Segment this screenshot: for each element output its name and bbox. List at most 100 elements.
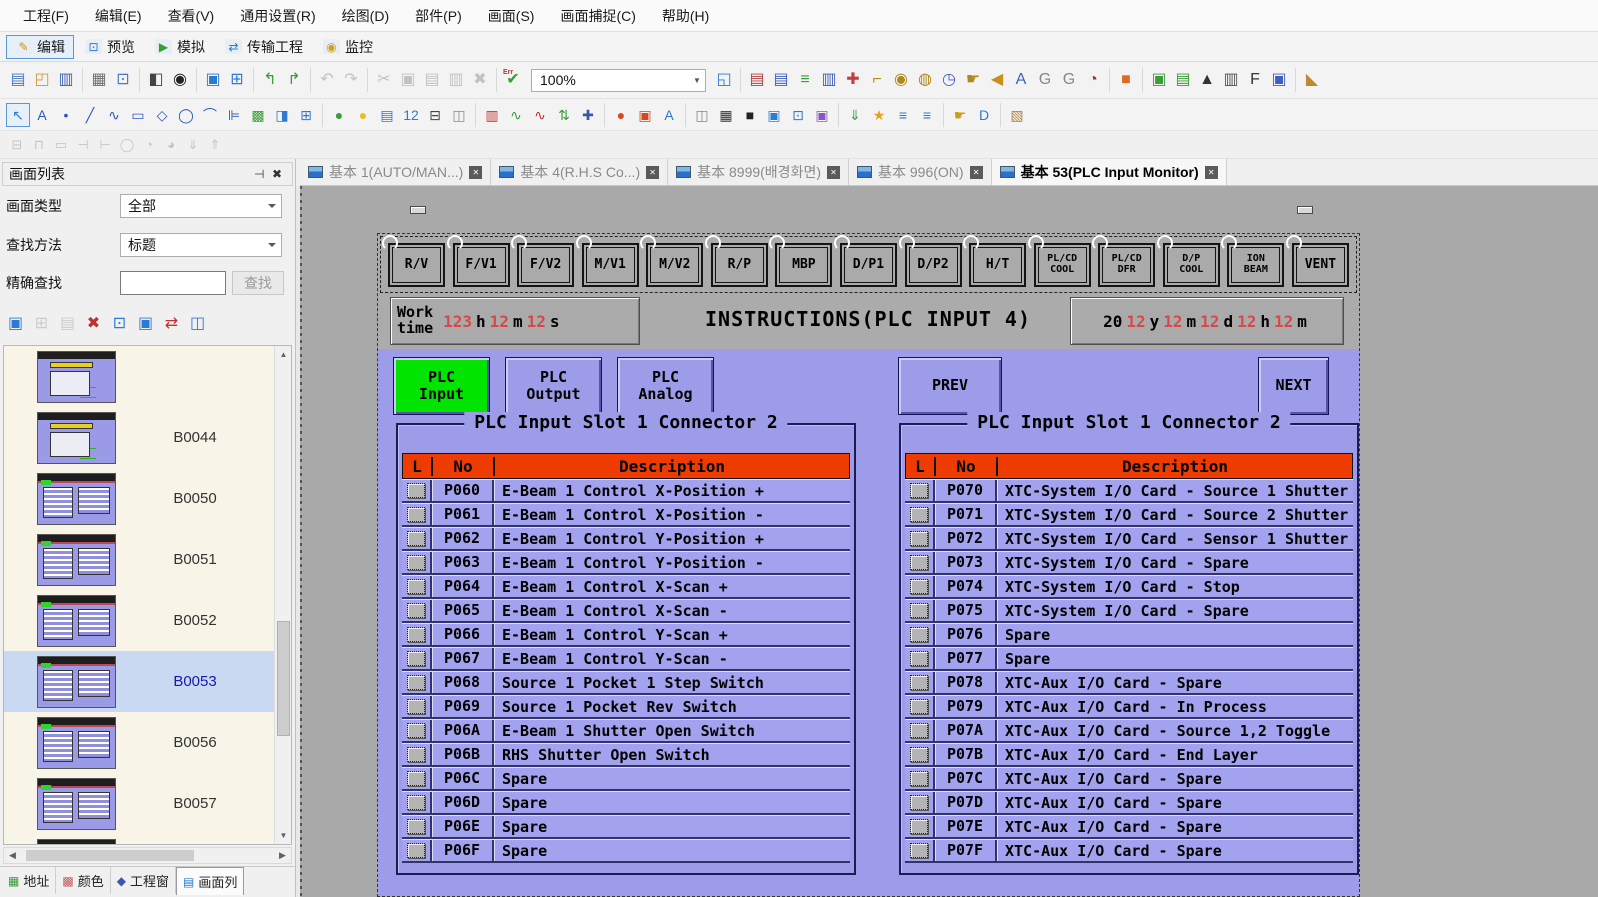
lamp-indicator[interactable] xyxy=(910,723,928,738)
valve-button[interactable]: R/V xyxy=(388,243,445,287)
lamp-indicator[interactable] xyxy=(910,675,928,690)
redo-icon[interactable]: ↷ xyxy=(339,68,363,92)
table-row[interactable]: P06F Spare xyxy=(402,839,850,863)
part-register-icon[interactable]: ✚ xyxy=(841,68,865,92)
lamp-indicator[interactable] xyxy=(407,747,425,762)
monitor-b-icon[interactable]: ⊡ xyxy=(786,103,810,127)
lamp-indicator[interactable] xyxy=(407,483,425,498)
open-folder-icon[interactable]: ◰ xyxy=(30,68,54,92)
menu-item[interactable]: 通用设置(R) xyxy=(227,0,328,32)
lamp-indicator[interactable] xyxy=(407,675,425,690)
table-row[interactable]: P06C Spare xyxy=(402,767,850,791)
menu-item[interactable]: 帮助(H) xyxy=(649,0,722,32)
rect-tool-icon[interactable]: ▭ xyxy=(126,103,150,127)
document-tab[interactable]: 基本 4(R.H.S Co...) ✕ xyxy=(491,159,668,185)
plc-nav-button[interactable]: PREV xyxy=(898,357,1002,415)
polygon-tool-icon[interactable]: ◇ xyxy=(150,103,174,127)
chevron-down-icon[interactable]: ▼ xyxy=(689,70,705,91)
screen-list-item[interactable]: B0052 xyxy=(4,590,274,651)
valve-button[interactable]: M/V2 xyxy=(646,243,703,287)
document-tab[interactable]: 基本 8999(배경화면) ✕ xyxy=(668,159,849,185)
table-row[interactable]: P077 Spare xyxy=(905,647,1353,671)
table-row[interactable]: P067 E-Beam 1 Control Y-Scan - xyxy=(402,647,850,671)
screen-list-item[interactable] xyxy=(4,346,274,407)
date-time-box[interactable]: 2012y12m12d12h12m xyxy=(1070,297,1344,345)
network-screen-icon[interactable]: ◫ xyxy=(186,313,209,336)
screen-list-item[interactable]: B0050 xyxy=(4,468,274,529)
table-row[interactable]: P071 XTC-System I/O Card - Source 2 Shut… xyxy=(905,503,1353,527)
package-icon[interactable]: ▧ xyxy=(1005,103,1029,127)
line-tool-icon[interactable]: ╱ xyxy=(78,103,102,127)
lamp-indicator[interactable] xyxy=(910,771,928,786)
camera-icon[interactable]: ◉ xyxy=(168,68,192,92)
table-row[interactable]: P063 E-Beam 1 Control Y-Position - xyxy=(402,551,850,575)
image-tool-icon[interactable]: ▩ xyxy=(246,103,270,127)
tab-project-window[interactable]: ◆ 工程窗 xyxy=(111,867,176,894)
lamp-indicator[interactable] xyxy=(910,651,928,666)
horn-icon[interactable]: ◣ xyxy=(1300,68,1324,92)
prev-screen-icon[interactable]: ↰ xyxy=(258,68,282,92)
lamp-indicator[interactable] xyxy=(407,771,425,786)
valve-button[interactable]: H/T xyxy=(969,243,1026,287)
screen-call-icon[interactable]: ◨ xyxy=(270,103,294,127)
work-time-box[interactable]: Work time 123h12m12s xyxy=(390,297,640,345)
language-icon[interactable]: A xyxy=(1009,68,1033,92)
polyline-tool-icon[interactable]: ∿ xyxy=(102,103,126,127)
menu-item[interactable]: 部件(P) xyxy=(402,0,475,32)
tab-color[interactable]: ▩ 颜色 xyxy=(56,867,110,894)
import-image-icon[interactable]: ◧ xyxy=(144,68,168,92)
valve-button[interactable]: M/V1 xyxy=(582,243,639,287)
table-row[interactable]: P060 E-Beam 1 Control X-Position + xyxy=(402,479,850,503)
screen-type-select[interactable]: 全部 xyxy=(120,194,282,218)
camcorder-icon[interactable]: ■ xyxy=(738,103,762,127)
table-row[interactable]: P06A E-Beam 1 Shutter Open Switch xyxy=(402,719,850,743)
simulate-mode-button[interactable]: ▶ 模拟 xyxy=(146,35,214,59)
dot-tool-icon[interactable]: • xyxy=(54,103,78,127)
arc-tool-icon[interactable]: ⌒ xyxy=(198,103,222,127)
table-row[interactable]: P07A XTC-Aux I/O Card - Source 1,2 Toggl… xyxy=(905,719,1353,743)
duplicate-screen-icon[interactable]: ⊞ xyxy=(225,68,249,92)
undo-icon[interactable]: ↶ xyxy=(315,68,339,92)
screen-list-item[interactable]: B0058 xyxy=(4,834,274,844)
convert-screen-icon[interactable]: ⇄ xyxy=(160,313,183,336)
delete-icon[interactable]: ✖ xyxy=(468,68,492,92)
valve-button[interactable]: MBP xyxy=(775,243,832,287)
print-icon[interactable]: ▦ xyxy=(87,68,111,92)
screen-list-item[interactable]: B0053 xyxy=(4,651,274,712)
table-row[interactable]: P07C XTC-Aux I/O Card - Spare xyxy=(905,767,1353,791)
monitor-a-icon[interactable]: ▣ xyxy=(762,103,786,127)
table-row[interactable]: P076 Spare xyxy=(905,623,1353,647)
font-window-icon[interactable]: F xyxy=(1243,68,1267,92)
lamp-indicator[interactable] xyxy=(407,603,425,618)
valve-button[interactable]: F/V1 xyxy=(453,243,510,287)
screen-list-item[interactable]: B0057 xyxy=(4,773,274,834)
lamp-indicator[interactable] xyxy=(910,843,928,858)
alarm-part-icon[interactable]: ● xyxy=(609,103,633,127)
touch-set-icon[interactable]: ☛ xyxy=(961,68,985,92)
table-tool-icon[interactable]: ⊞ xyxy=(294,103,318,127)
monitor-mode-button[interactable]: ◉ 监控 xyxy=(314,35,382,59)
copy-icon[interactable]: ▣ xyxy=(396,68,420,92)
scroll-left-icon[interactable]: ◀ xyxy=(4,848,21,863)
stopwatch-icon[interactable]: ◔ xyxy=(1081,68,1105,92)
hmi-screen[interactable]: R/V F/V1 F/V2 M/V1 M/V2 R/P MBP D/P1 D/P… xyxy=(377,233,1360,897)
lamp-indicator[interactable] xyxy=(407,723,425,738)
table-row[interactable]: P062 E-Beam 1 Control Y-Position + xyxy=(402,527,850,551)
zoom-select[interactable]: 100% ▼ xyxy=(531,69,706,92)
list-b-icon[interactable]: ≡ xyxy=(915,103,939,127)
global-find-icon[interactable]: G xyxy=(1033,68,1057,92)
lamp-indicator[interactable] xyxy=(910,483,928,498)
video-window-icon[interactable]: ▣ xyxy=(810,103,834,127)
transfer-project-button[interactable]: ⇄ 传输工程 xyxy=(216,35,312,59)
lamp-indicator[interactable] xyxy=(910,627,928,642)
csv-export-icon[interactable]: ▥ xyxy=(817,68,841,92)
plc-nav-button[interactable]: PLC Output xyxy=(505,357,602,415)
film-part-icon[interactable]: ▦ xyxy=(714,103,738,127)
lamp-indicator[interactable] xyxy=(910,795,928,810)
lamp-indicator[interactable] xyxy=(407,627,425,642)
window-parts-icon[interactable]: ◫ xyxy=(690,103,714,127)
scroll-up-icon[interactable]: ▲ xyxy=(275,346,292,363)
lamp-indicator[interactable] xyxy=(910,747,928,762)
table-row[interactable]: P075 XTC-System I/O Card - Spare xyxy=(905,599,1353,623)
paste-screen-icon[interactable]: ▤ xyxy=(56,313,79,336)
